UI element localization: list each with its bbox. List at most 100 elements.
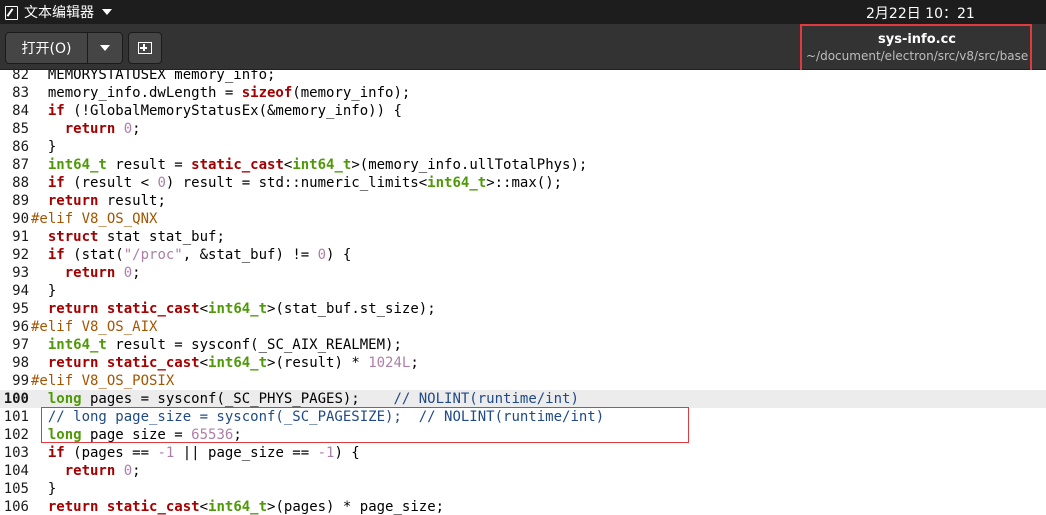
code-line[interactable]: 106 return static_cast<int64_t>(pages) *… xyxy=(0,498,1046,515)
code-token: -1 xyxy=(157,445,175,461)
code-token: } xyxy=(31,139,57,155)
code-token: return xyxy=(47,301,99,317)
code-text: int64_t result = static_cast<int64_t>(me… xyxy=(31,156,588,174)
clock[interactable]: 2月22日 10：21 xyxy=(866,3,975,23)
chevron-down-icon xyxy=(102,9,112,15)
code-token: if xyxy=(47,175,65,191)
new-document-button[interactable] xyxy=(128,32,162,64)
code-line[interactable]: 87 int64_t result = static_cast<int64_t>… xyxy=(0,156,1046,174)
code-token: #elif V8_OS_AIX xyxy=(31,319,158,335)
code-text: #elif V8_OS_AIX xyxy=(31,318,157,336)
code-line[interactable]: 85 return 0; xyxy=(0,120,1046,138)
code-line[interactable]: 103 if (pages == -1 || page_size == -1) … xyxy=(0,444,1046,462)
code-token: return xyxy=(64,463,116,479)
code-token: -1 xyxy=(317,445,335,461)
code-token: ) { xyxy=(326,247,352,263)
code-token: memory_info.dwLength = xyxy=(31,85,242,101)
code-text: struct stat stat_buf; xyxy=(31,228,225,246)
line-number: 84 xyxy=(12,103,29,119)
code-line[interactable]: 104 return 0; xyxy=(0,462,1046,480)
open-button[interactable]: 打开(O) xyxy=(6,33,88,63)
code-line[interactable]: 84 if (!GlobalMemoryStatusEx(&memory_inf… xyxy=(0,102,1046,120)
code-token: // NOLINT(runtime/int) xyxy=(393,391,579,407)
code-line[interactable]: 99 #elif V8_OS_POSIX xyxy=(0,372,1046,390)
code-token: if xyxy=(47,445,65,461)
code-token: ; xyxy=(132,121,141,137)
code-line[interactable]: 83 memory_info.dwLength = sizeof(memory_… xyxy=(0,84,1046,102)
code-text: return static_cast<int64_t>(result) * 10… xyxy=(31,354,419,372)
open-recent-dropdown[interactable] xyxy=(88,33,122,63)
code-token: ; xyxy=(410,355,419,371)
code-token: < xyxy=(199,355,209,371)
code-line[interactable]: 98 return static_cast<int64_t>(result) *… xyxy=(0,354,1046,372)
code-token: result = sysconf(_SC_AIX_REALMEM); xyxy=(106,337,402,353)
code-token: static_cast xyxy=(106,355,200,371)
code-line[interactable]: 90 #elif V8_OS_QNX xyxy=(0,210,1046,228)
code-token: (result < xyxy=(64,175,158,191)
code-line[interactable]: 96 #elif V8_OS_AIX xyxy=(0,318,1046,336)
code-token: pages = sysconf(_SC_PHYS_PAGES); xyxy=(81,391,394,407)
code-text: memory_info.dwLength = sizeof(memory_inf… xyxy=(31,84,410,102)
code-token: 0 xyxy=(317,247,327,263)
code-line[interactable]: 93 return 0; xyxy=(0,264,1046,282)
code-line[interactable]: 100 long pages = sysconf(_SC_PHYS_PAGES)… xyxy=(0,390,1046,408)
line-number: 88 xyxy=(12,175,29,191)
code-text: return 0; xyxy=(31,462,141,480)
code-line[interactable]: 105 } xyxy=(0,480,1046,498)
code-text: } xyxy=(31,480,56,498)
code-text: long pages = sysconf(_SC_PHYS_PAGES); //… xyxy=(31,390,579,408)
code-text: #elif V8_OS_POSIX xyxy=(31,372,174,390)
app-menu-label: 文本编辑器 xyxy=(24,5,94,21)
code-token: (!GlobalMemoryStatusEx(&memory_info)) { xyxy=(64,103,402,119)
code-token: < xyxy=(199,301,209,317)
code-token: >(stat_buf.st_size); xyxy=(267,301,436,317)
code-line[interactable]: 97 int64_t result = sysconf(_SC_AIX_REAL… xyxy=(0,336,1046,354)
code-text: } xyxy=(31,282,56,300)
code-token: MEMORYSTATUSEX memory_info; xyxy=(31,70,276,83)
code-line[interactable]: 89 return result; xyxy=(0,192,1046,210)
code-editor[interactable]: 82 MEMORYSTATUSEX memory_info; 83 memory_… xyxy=(0,70,1046,515)
code-token: < xyxy=(199,499,209,515)
code-line[interactable]: 82 MEMORYSTATUSEX memory_info; xyxy=(0,70,1046,84)
line-number: 90 xyxy=(12,211,29,227)
app-menu[interactable]: 文本编辑器 xyxy=(4,2,112,22)
code-line[interactable]: 94 } xyxy=(0,282,1046,300)
code-token: return xyxy=(64,265,116,281)
code-token: int64_t xyxy=(208,301,268,317)
code-token: ; xyxy=(132,463,141,479)
code-line[interactable]: 91 struct stat stat_buf; xyxy=(0,228,1046,246)
code-token: stat stat_buf; xyxy=(98,229,225,245)
code-text: if (result < 0) result = std::numeric_li… xyxy=(31,174,562,192)
line-number: 99 xyxy=(12,373,29,389)
code-line[interactable]: 86 } xyxy=(0,138,1046,156)
line-number: 105 xyxy=(3,481,29,497)
code-text: } xyxy=(31,138,56,156)
code-token: int64_t xyxy=(47,157,107,173)
code-line[interactable]: 95 return static_cast<int64_t>(stat_buf.… xyxy=(0,300,1046,318)
code-token: ; xyxy=(132,265,141,281)
line-number: 96 xyxy=(12,319,29,335)
code-text: if (pages == -1 || page_size == -1) { xyxy=(31,444,360,462)
code-token: static_cast xyxy=(106,301,200,317)
line-number: 94 xyxy=(12,283,29,299)
code-token: return xyxy=(64,121,116,137)
code-token: (pages == xyxy=(64,445,158,461)
system-top-bar: 文本编辑器 2月22日 10：21 xyxy=(0,0,1046,24)
line-number: 91 xyxy=(12,229,29,245)
code-text: return static_cast<int64_t>(stat_buf.st_… xyxy=(31,300,436,318)
code-token: ) { xyxy=(334,445,360,461)
line-number: 98 xyxy=(12,355,29,371)
code-line[interactable]: 92 if (stat("/proc", &stat_buf) != 0) { xyxy=(0,246,1046,264)
code-text: return static_cast<int64_t>(pages) * pag… xyxy=(31,498,444,515)
code-line[interactable]: 88 if (result < 0) result = std::numeric… xyxy=(0,174,1046,192)
code-text: return 0; xyxy=(31,264,141,282)
